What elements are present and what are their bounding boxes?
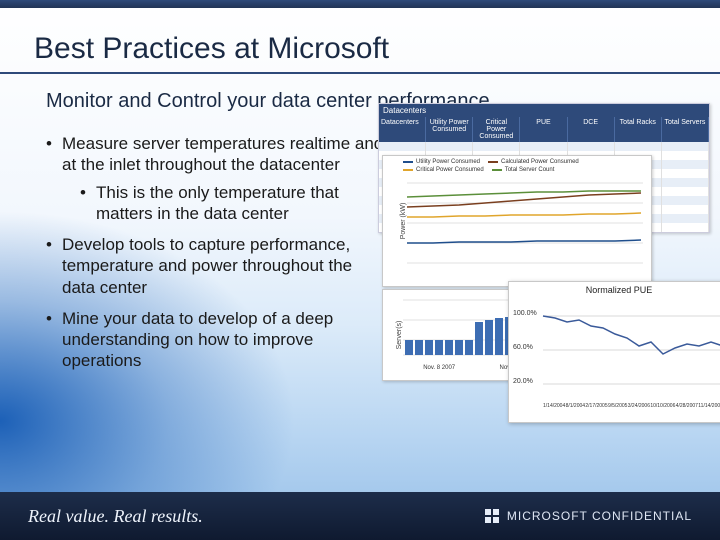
legend-item-servers: Total Server Count	[492, 167, 555, 173]
bullet-list: Measure server temperatures realtime and…	[46, 125, 386, 382]
xtick: 4/28/2007	[676, 403, 698, 409]
footer-tagline: Real value. Real results.	[28, 506, 203, 527]
pue-chart-svg	[509, 298, 720, 398]
legend-label: Calculated Power Consumed	[501, 159, 579, 165]
legend-label: Utility Power Consumed	[416, 159, 480, 165]
th-racks: Total Racks	[615, 117, 662, 142]
ytick: 100.0%	[513, 310, 537, 317]
ytick: 60.0%	[513, 344, 533, 351]
ytick: 20.0%	[513, 378, 533, 385]
swatch-icon	[403, 169, 413, 171]
legend-item-utility: Utility Power Consumed	[403, 159, 480, 165]
power-chart-legend: Utility Power Consumed Calculated Power …	[383, 156, 651, 173]
xtick: 1/14/2004	[543, 403, 565, 409]
xtick: 9/5/2005	[608, 403, 627, 409]
microsoft-logo-icon	[485, 509, 499, 523]
th-pue: PUE	[520, 117, 567, 142]
legend-label: Total Server Count	[505, 167, 555, 173]
content-row: Measure server temperatures realtime and…	[0, 113, 720, 382]
pue-line-chart: Normalized PUE 100.0% 60.0% 20.0% 1/14/2…	[508, 281, 720, 423]
footer-bar: Real value. Real results. MICROSOFT CONF…	[0, 492, 720, 540]
swatch-icon	[492, 169, 502, 171]
chart-cluster: Datacenters Datacenters Utility Power Co…	[378, 103, 708, 423]
bullet-1: Measure server temperatures realtime and…	[46, 133, 386, 224]
bullet-3: Mine your data to develop of a deep unde…	[46, 308, 386, 372]
xtick: 2/17/2005	[585, 403, 607, 409]
legend-item-critical: Critical Power Consumed	[403, 167, 484, 173]
table-row	[379, 142, 709, 151]
xtick: 8/1/2004	[566, 403, 585, 409]
bullet-1-1: This is the only temperature that matter…	[80, 182, 386, 225]
bullet-1-text: Measure server temperatures realtime and…	[62, 134, 383, 174]
xtick: 3/24/2006	[628, 403, 650, 409]
power-ylabel: Power (kW)	[400, 203, 407, 240]
server-ylabel: Server(s)	[396, 321, 403, 350]
bullet-2: Develop tools to capture performance, te…	[46, 234, 386, 298]
power-chart-svg	[383, 173, 651, 277]
footer-confidential: MICROSOFT CONFIDENTIAL	[485, 509, 692, 523]
slide-title: Best Practices at Microsoft	[0, 8, 720, 66]
th-datacenters: Datacenters	[379, 117, 426, 142]
slide: Best Practices at Microsoft Monitor and …	[0, 0, 720, 540]
th-critical: Critical Power Consumed	[473, 117, 520, 142]
confidential-text: MICROSOFT CONFIDENTIAL	[507, 509, 692, 523]
table-title: Datacenters	[379, 104, 709, 117]
top-accent-bar	[0, 0, 720, 8]
th-servers: Total Servers	[662, 117, 709, 142]
power-line-chart: Utility Power Consumed Calculated Power …	[382, 155, 652, 287]
legend-label: Critical Power Consumed	[416, 167, 484, 173]
table-header-row: Datacenters Utility Power Consumed Criti…	[379, 117, 709, 142]
legend-item-calc: Calculated Power Consumed	[488, 159, 579, 165]
th-utility: Utility Power Consumed	[426, 117, 473, 142]
pue-xticks: 1/14/2004 8/1/2004 2/17/2005 9/5/2005 3/…	[509, 403, 720, 411]
swatch-icon	[403, 161, 413, 163]
swatch-icon	[488, 161, 498, 163]
pue-title: Normalized PUE	[509, 282, 720, 298]
xtick: 10/10/2006	[650, 403, 675, 409]
xtick: Nov. 8 2007	[423, 365, 455, 371]
th-dce: DCE	[568, 117, 615, 142]
xtick: 11/14/2007	[698, 403, 720, 409]
